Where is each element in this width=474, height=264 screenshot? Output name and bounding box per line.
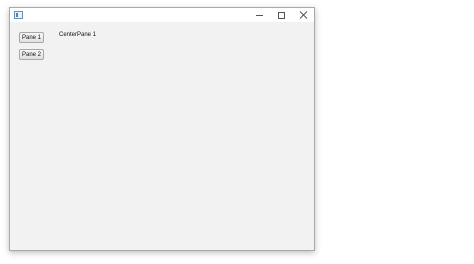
minimize-button[interactable] [248, 8, 270, 22]
close-button[interactable] [292, 8, 314, 22]
pane-2-button-label: Pane 2 [21, 51, 42, 58]
pane-1-button[interactable]: Pane 1 [19, 32, 44, 43]
app-window: Pane 1 Pane 2 CenterPane 1 [9, 7, 315, 251]
app-icon [14, 11, 23, 19]
minimize-icon [255, 14, 263, 16]
maximize-button[interactable] [270, 8, 292, 22]
title-bar[interactable] [10, 8, 314, 22]
pane-1-button-label: Pane 1 [21, 34, 42, 41]
center-pane-label: CenterPane 1 [59, 32, 97, 38]
close-icon [299, 11, 307, 19]
maximize-icon [277, 11, 285, 19]
window-content: Pane 1 Pane 2 CenterPane 1 [10, 22, 314, 250]
pane-2-button[interactable]: Pane 2 [19, 49, 44, 60]
